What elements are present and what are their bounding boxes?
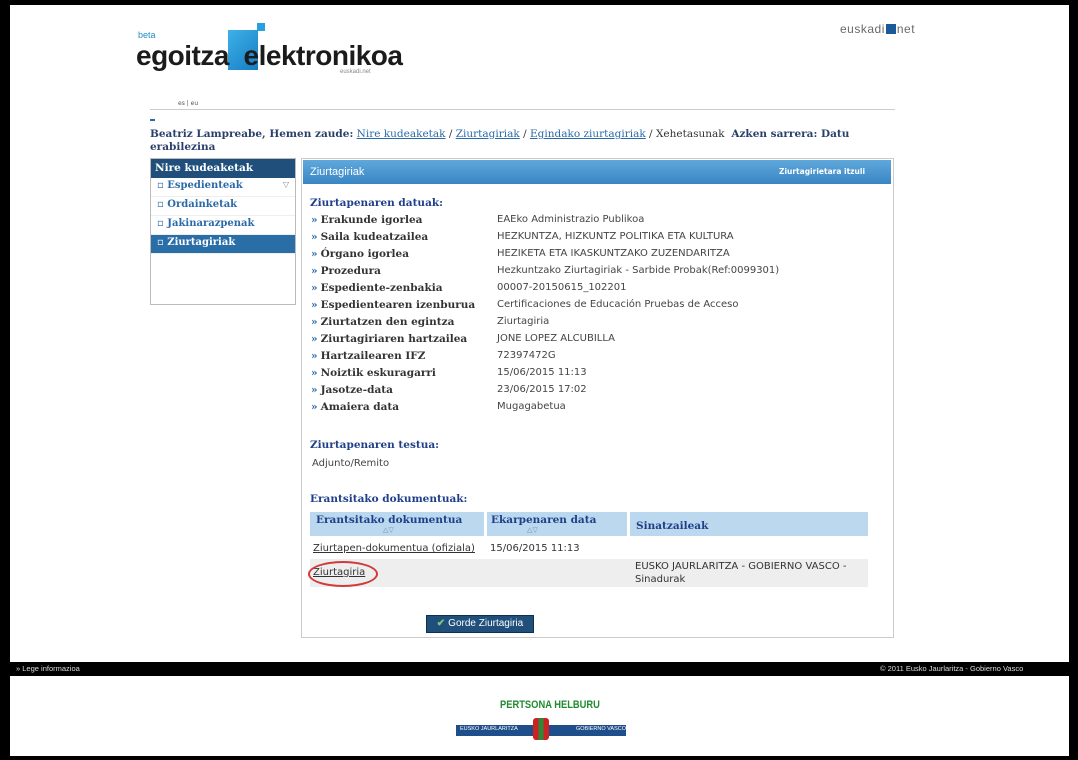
data-section-title: Ziurtapenaren datuak:	[310, 197, 444, 209]
sort-icon[interactable]: △▽	[527, 526, 538, 534]
logo-square	[257, 23, 265, 31]
field-value: Mugagabetua	[497, 401, 566, 412]
field-label: » Órgano igorlea	[311, 248, 410, 260]
breadcrumb-current: Xehetasunak	[655, 128, 725, 140]
legal-info-link[interactable]: » Lege informazioa	[16, 664, 80, 673]
sidebar-item-ordainketak[interactable]: ▫ Ordainketak	[151, 197, 295, 216]
doc-signer: EUSKO JAURLARITZA - GOBIERNO VASCO -	[635, 561, 847, 572]
field-label: » Jasotze-data	[311, 384, 393, 396]
sidebar-item-jakinarazpenak[interactable]: ▫ Jakinarazpenak	[151, 216, 295, 235]
field-value: Ziurtagiria	[497, 316, 550, 327]
header-accent	[150, 119, 155, 121]
signatures-link[interactable]: Sinadurak	[635, 574, 685, 585]
euskadi-right: net	[896, 22, 916, 36]
gov-logo-right: GOBIERNO VASCO	[576, 726, 627, 732]
field-label: » Noiztik eskuragarri	[311, 367, 436, 379]
sidebar-title: Nire kudeaketak	[151, 159, 295, 178]
col-header-signers: Sinatzaileak	[636, 520, 709, 532]
doc-date: 15/06/2015 11:13	[490, 543, 580, 554]
euskadi-net-logo[interactable]: euskadi net	[840, 22, 915, 36]
copyright: © 2011 Eusko Jaurlaritza - Gobierno Vasc…	[880, 664, 1024, 673]
doc-link-official[interactable]: Ziurtapen-dokumentua (ofiziala)	[313, 543, 475, 554]
field-value: 00007-20150615_102201	[497, 282, 627, 293]
save-certificate-button[interactable]: ✔ Gorde Ziurtagiria	[426, 615, 534, 633]
docs-section-title: Erantsitako dokumentuak:	[310, 493, 468, 505]
sidebar-item-label: Jakinarazpenak	[167, 218, 255, 229]
breadcrumb-user: Beatriz Lampreabe, Hemen zaude:	[150, 128, 354, 140]
highlight-circle	[308, 561, 378, 587]
sidebar: Nire kudeaketak ▫ Espedienteak ▽ ▫ Ordain…	[150, 158, 296, 305]
gov-logo-left: EUSKO JAURLARITZA	[460, 726, 518, 732]
breadcrumb: Beatriz Lampreabe, Hemen zaude: Nire kud…	[150, 128, 850, 153]
logo-beta: beta	[138, 30, 156, 40]
field-label: » Ziurtatzen den egintza	[311, 316, 455, 328]
chevron-down-icon[interactable]: ▽	[283, 180, 289, 189]
site-logo[interactable]: egoitza elektronikoa	[136, 40, 403, 72]
field-label: » Saila kudeatzailea	[311, 231, 429, 243]
field-value: HEZKUNTZA, HIZKUNTZ POLITIKA ETA KULTURA	[497, 231, 734, 242]
sidebar-item-label: Ordainketak	[167, 199, 238, 210]
checkmark-icon: ✔	[436, 618, 446, 629]
col-header-date[interactable]: Ekarpenaren data	[491, 514, 596, 526]
certificate-text: Adjunto/Remito	[312, 458, 390, 469]
field-label: » Erakunde igorlea	[311, 214, 423, 226]
euskadi-square-icon	[885, 24, 896, 34]
field-value: EAEko Administrazio Publikoa	[497, 214, 645, 225]
sidebar-item-ziurtagiriak[interactable]: ▫ Ziurtagiriak	[151, 235, 295, 254]
field-value: HEZIKETA ETA IKASKUNTZAKO ZUZENDARITZA	[497, 248, 730, 259]
field-value: 72397472G	[497, 350, 556, 361]
back-to-certificates-link[interactable]: Ziurtagirietara itzuli	[779, 167, 865, 176]
panel-title: Ziurtagiriak	[310, 166, 365, 178]
breadcrumb-link-nire-kudeaketak[interactable]: Nire kudeaketak	[357, 128, 446, 140]
breadcrumb-link-ziurtagiriak[interactable]: Ziurtagiriak	[456, 128, 520, 140]
text-section-title: Ziurtapenaren testua:	[310, 439, 440, 451]
col-header-document[interactable]: Erantsitako dokumentua	[316, 514, 462, 526]
coat-of-arms-icon	[533, 718, 549, 740]
field-value: JONE LOPEZ ALCUBILLA	[497, 333, 615, 344]
field-label: » Hartzailearen IFZ	[311, 350, 426, 362]
language-switch[interactable]: es | eu	[178, 100, 198, 107]
save-button-label: Gorde Ziurtagiria	[448, 618, 524, 629]
sidebar-item-espedienteak[interactable]: ▫ Espedienteak ▽	[151, 178, 295, 197]
field-value: Hezkuntzako Ziurtagiriak - Sarbide Proba…	[497, 265, 780, 276]
field-label: » Amaiera data	[311, 401, 400, 413]
logo-subtitle: euskadi.net	[340, 69, 371, 75]
field-value: 23/06/2015 17:02	[497, 384, 587, 395]
sidebar-item-label: Espedienteak	[167, 180, 243, 191]
breadcrumb-link-egindako[interactable]: Egindako ziurtagiriak	[530, 128, 646, 140]
field-label: » Prozedura	[311, 265, 381, 277]
header-divider	[150, 109, 895, 110]
sidebar-item-label: Ziurtagiriak	[167, 237, 236, 248]
field-label: » Espediente-zenbakia	[311, 282, 443, 294]
sort-icon[interactable]: △▽	[383, 526, 394, 534]
slogan: PERTSONA HELBURU	[500, 699, 600, 711]
field-label: » Espedientearen izenburua	[311, 299, 476, 311]
field-label: » Ziurtagiriaren hartzailea	[311, 333, 468, 345]
field-value: 15/06/2015 11:13	[497, 367, 587, 378]
euskadi-left: euskadi	[840, 22, 885, 36]
field-value: Certificaciones de Educación Pruebas de …	[497, 299, 739, 310]
